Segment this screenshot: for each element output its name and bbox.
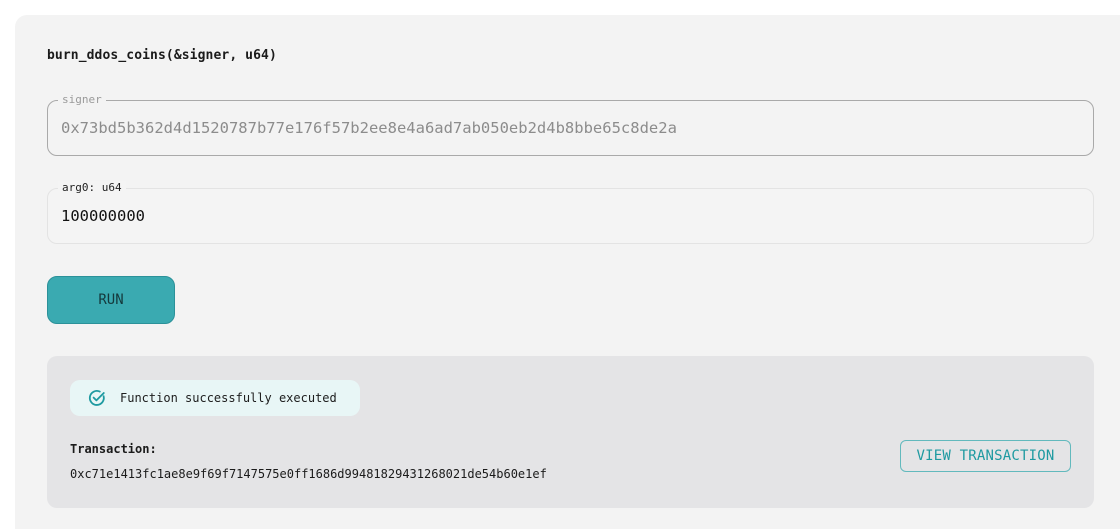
view-transaction-button[interactable]: VIEW TRANSACTION <box>900 440 1071 472</box>
result-panel: Function successfully executed Transacti… <box>47 356 1094 508</box>
arg0-field-label: arg0: u64 <box>58 181 126 195</box>
status-text: Function successfully executed <box>120 391 337 405</box>
transaction-hash: 0xc71e1413fc1ae8e9f69f7147575e0ff1686d99… <box>70 467 547 481</box>
signer-field[interactable]: signer 0x73bd5b362d4d1520787b77e176f57b2… <box>47 93 1094 156</box>
signer-field-label: signer <box>58 93 106 107</box>
transaction-label: Transaction: <box>70 442 157 456</box>
arg0-input[interactable]: 100000000 <box>61 206 145 226</box>
run-button[interactable]: RUN <box>47 276 175 324</box>
signer-input[interactable]: 0x73bd5b362d4d1520787b77e176f57b2ee8e4a6… <box>61 118 677 138</box>
function-signature: burn_ddos_coins(&signer, u64) <box>47 48 277 63</box>
check-circle-icon <box>88 389 106 407</box>
arg0-field[interactable]: arg0: u64 100000000 <box>47 181 1094 244</box>
status-badge: Function successfully executed <box>70 380 360 416</box>
